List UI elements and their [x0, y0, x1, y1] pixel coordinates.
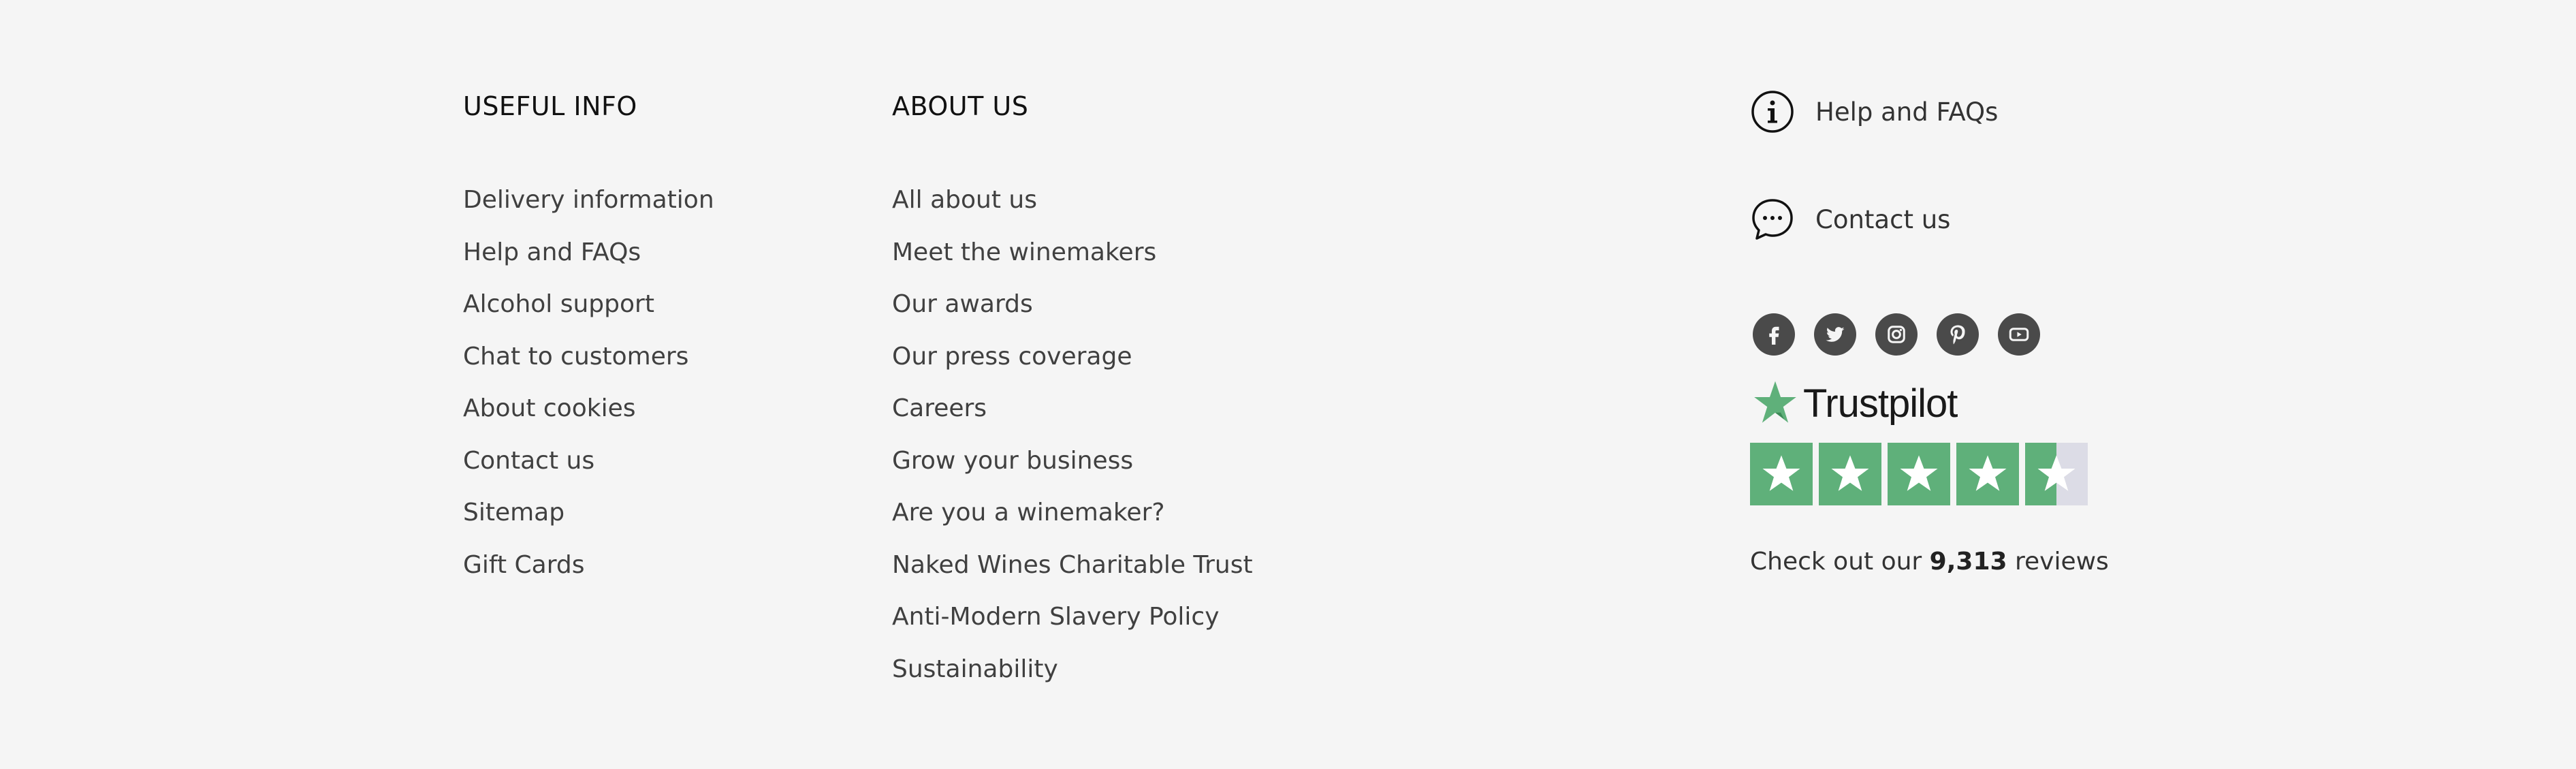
useful-info-column: USEFUL INFO Delivery information Help an… — [463, 86, 714, 597]
chat-to-customers-link[interactable]: Chat to customers — [463, 343, 688, 371]
list-item: Our press coverage — [892, 336, 1253, 389]
list-item: Anti-Modern Slavery Policy — [892, 597, 1253, 649]
rating-star-4 — [1956, 443, 2019, 505]
star-icon — [1900, 455, 1938, 491]
pinterest-icon — [1950, 325, 1965, 345]
list-item: Delivery information — [463, 180, 714, 232]
list-item: Gift Cards — [463, 545, 714, 597]
gift-cards-link[interactable]: Gift Cards — [463, 551, 584, 579]
sitemap-link[interactable]: Sitemap — [463, 499, 565, 527]
rating-star-5-half — [2025, 443, 2088, 505]
star-icon — [1831, 455, 1869, 491]
trustpilot-rating — [1750, 443, 2109, 505]
list-item: Alcohol support — [463, 284, 714, 336]
useful-info-links: Delivery information Help and FAQs Alcoh… — [463, 180, 714, 597]
contact-us-side-label: Contact us — [1815, 204, 1951, 234]
list-item: Are you a winemaker? — [892, 492, 1253, 545]
instagram-icon — [1888, 326, 1905, 343]
alcohol-support-link[interactable]: Alcohol support — [463, 290, 654, 318]
reviews-count: 9,313 — [1929, 548, 2007, 576]
twitter-icon — [1826, 327, 1845, 342]
star-icon — [1762, 455, 1800, 491]
facebook-button[interactable] — [1753, 313, 1795, 356]
contact-us-link[interactable]: Contact us — [463, 447, 594, 475]
twitter-button[interactable] — [1814, 313, 1856, 356]
youtube-icon — [2009, 328, 2029, 341]
chat-bubble-icon — [1752, 199, 1793, 240]
are-you-a-winemaker-link[interactable]: Are you a winemaker? — [892, 499, 1164, 527]
sustainability-link[interactable]: Sustainability — [892, 655, 1058, 683]
help-and-faqs-side-label: Help and FAQs — [1815, 97, 1999, 127]
rating-star-2 — [1819, 443, 1881, 505]
list-item: All about us — [892, 180, 1253, 232]
pinterest-button[interactable] — [1937, 313, 1979, 356]
list-item: Grow your business — [892, 441, 1253, 493]
list-item: Help and FAQs — [463, 232, 714, 285]
list-item: Naked Wines Charitable Trust — [892, 545, 1253, 597]
list-item: Meet the winemakers — [892, 232, 1253, 285]
rating-star-1 — [1750, 443, 1813, 505]
list-item: Sitemap — [463, 492, 714, 545]
our-awards-link[interactable]: Our awards — [892, 290, 1033, 318]
about-cookies-link[interactable]: About cookies — [463, 394, 635, 422]
facebook-icon — [1769, 326, 1779, 345]
list-item: About cookies — [463, 388, 714, 441]
meet-the-winemakers-link[interactable]: Meet the winemakers — [892, 238, 1156, 266]
star-icon — [1969, 455, 2007, 491]
youtube-button[interactable] — [1998, 313, 2040, 356]
instagram-button[interactable] — [1875, 313, 1918, 356]
star-icon — [2037, 455, 2076, 491]
rating-star-3 — [1888, 443, 1950, 505]
trustpilot-name: Trustpilot — [1803, 381, 1958, 426]
list-item: Our awards — [892, 284, 1253, 336]
careers-link[interactable]: Careers — [892, 394, 987, 422]
about-us-links: All about us Meet the winemakers Our awa… — [892, 180, 1253, 701]
our-press-coverage-link[interactable]: Our press coverage — [892, 343, 1132, 371]
reviews-suffix: reviews — [2007, 548, 2109, 576]
charitable-trust-link[interactable]: Naked Wines Charitable Trust — [892, 551, 1253, 579]
trustpilot-logo[interactable]: Trustpilot — [1750, 376, 2109, 430]
help-and-faqs-side-link[interactable]: Help and FAQs — [1750, 86, 2109, 138]
all-about-us-link[interactable]: All about us — [892, 186, 1037, 214]
delivery-information-link[interactable]: Delivery information — [463, 186, 714, 214]
about-us-heading: ABOUT US — [892, 91, 1029, 121]
info-circle-icon — [1751, 91, 1794, 133]
help-and-faqs-link[interactable]: Help and FAQs — [463, 238, 641, 266]
trustpilot-reviews-link[interactable]: Check out our 9,313 reviews — [1750, 548, 2109, 576]
trustpilot-star-icon — [1754, 381, 1796, 423]
list-item: Careers — [892, 388, 1253, 441]
support-column: Help and FAQs Contact us Trustpilot Chec… — [1750, 86, 2109, 576]
useful-info-heading: USEFUL INFO — [463, 91, 637, 121]
reviews-prefix: Check out our — [1750, 548, 1930, 576]
list-item: Sustainability — [892, 649, 1253, 702]
list-item: Contact us — [463, 441, 714, 493]
anti-modern-slavery-policy-link[interactable]: Anti-Modern Slavery Policy — [892, 603, 1220, 631]
contact-us-side-link[interactable]: Contact us — [1750, 193, 2109, 245]
site-footer: USEFUL INFO Delivery information Help an… — [0, 0, 2576, 769]
about-us-column: ABOUT US All about us Meet the winemaker… — [892, 86, 1253, 701]
grow-your-business-link[interactable]: Grow your business — [892, 447, 1133, 475]
list-item: Chat to customers — [463, 336, 714, 389]
social-links — [1753, 313, 2109, 356]
